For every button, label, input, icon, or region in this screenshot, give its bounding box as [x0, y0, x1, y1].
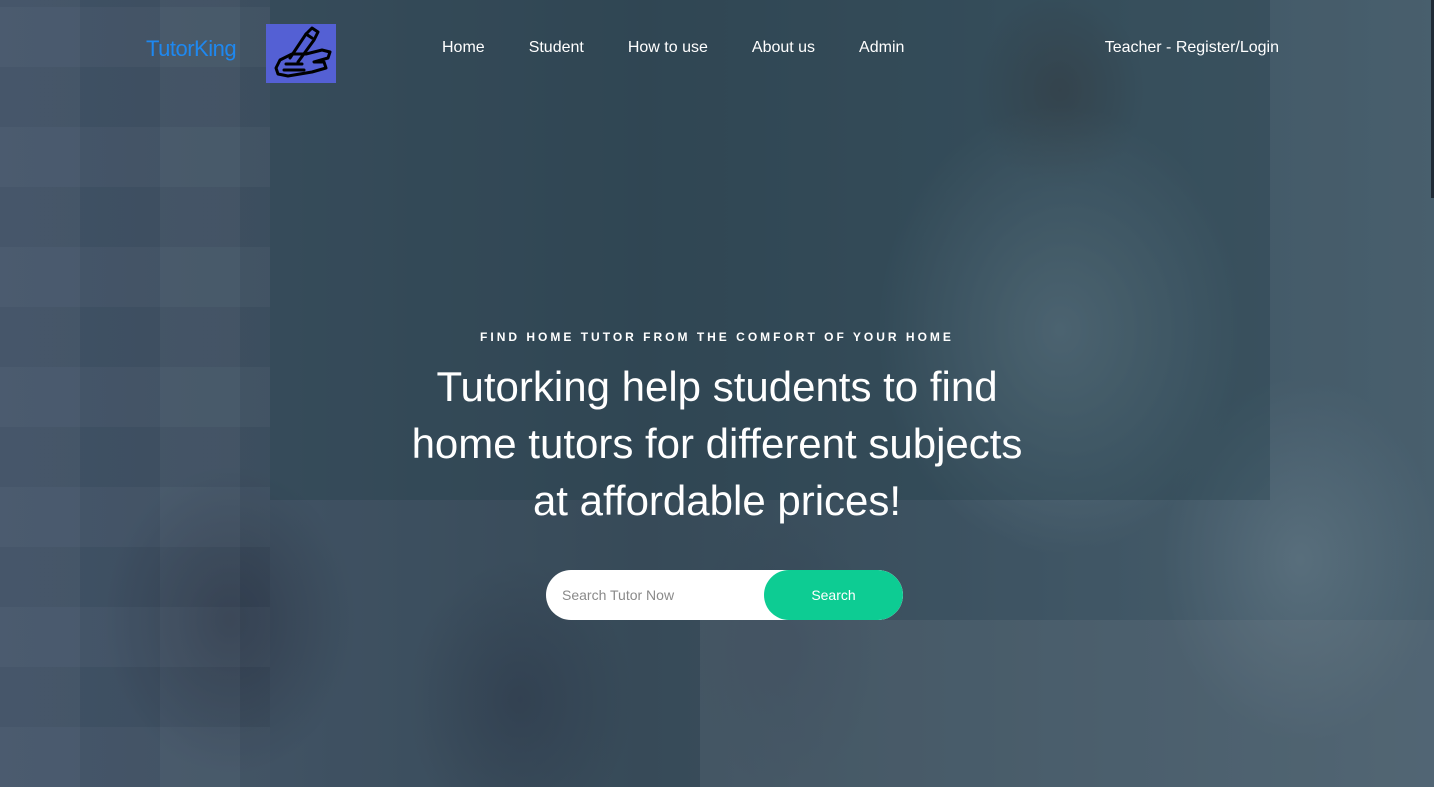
- nav-student[interactable]: Student: [529, 39, 584, 57]
- page: TutorKing Home Student How to use About …: [0, 0, 1434, 787]
- teacher-register-login-link[interactable]: Teacher - Register/Login: [1105, 39, 1279, 57]
- nav-home[interactable]: Home: [442, 39, 485, 57]
- search-form: Search: [546, 570, 903, 620]
- brand-link[interactable]: TutorKing: [146, 36, 237, 62]
- hero-eyebrow: FIND HOME TUTOR FROM THE COMFORT OF YOUR…: [480, 330, 954, 344]
- nav-how-to-use[interactable]: How to use: [628, 39, 708, 57]
- search-input[interactable]: [546, 570, 780, 620]
- nav-about-us[interactable]: About us: [752, 39, 815, 57]
- site-header: TutorKing Home Student How to use About …: [0, 0, 1434, 100]
- nav-admin[interactable]: Admin: [859, 39, 904, 57]
- writing-hand-icon[interactable]: [266, 24, 336, 83]
- main-nav: Home Student How to use About us Admin: [442, 39, 948, 57]
- hero-section: FIND HOME TUTOR FROM THE COMFORT OF YOUR…: [0, 330, 1434, 529]
- hero-headline: Tutorking help students to find home tut…: [411, 363, 1023, 524]
- search-button[interactable]: Search: [764, 570, 903, 620]
